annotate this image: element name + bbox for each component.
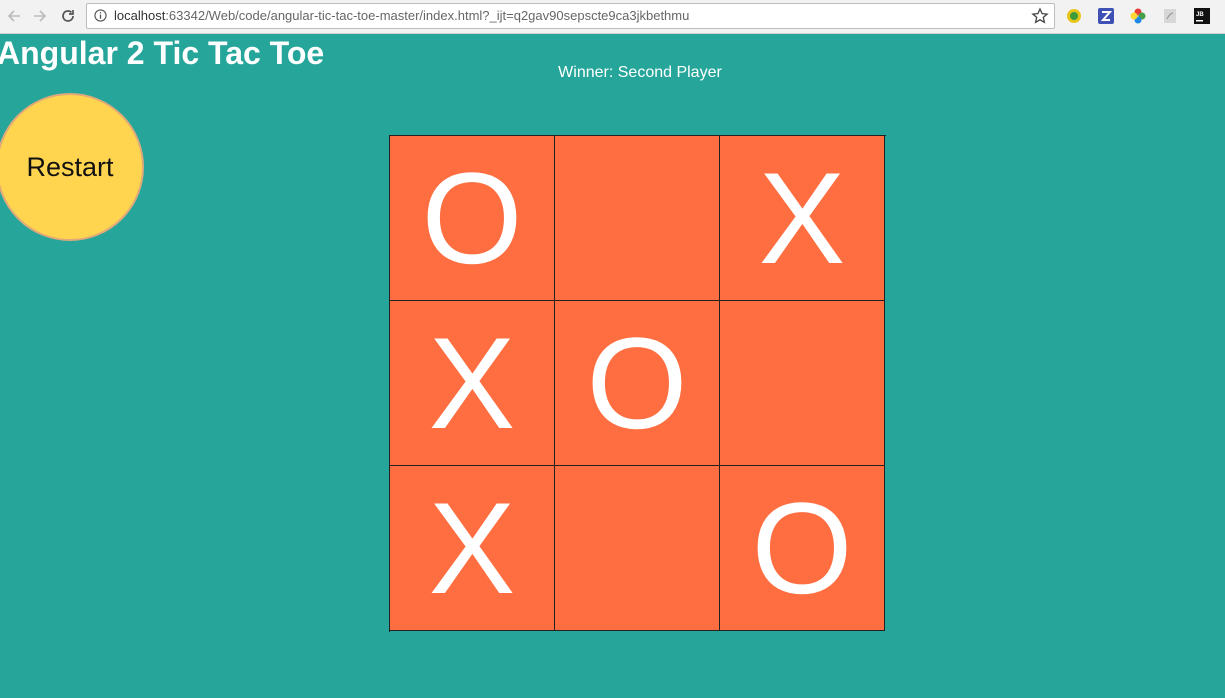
zotero-glyph (1098, 8, 1114, 24)
jetbrains-icon[interactable]: JB (1193, 7, 1211, 25)
reload-icon (62, 10, 74, 22)
back-arrow-icon (7, 10, 20, 22)
reload-button[interactable] (58, 6, 78, 26)
back-button[interactable] (4, 6, 24, 26)
forward-arrow-icon (34, 10, 47, 22)
coin-extension-icon[interactable] (1065, 7, 1083, 25)
board-cell-5[interactable]: O (555, 301, 720, 466)
board-cell-2[interactable] (555, 136, 720, 301)
board-cell-7[interactable]: X (390, 466, 555, 631)
game-board: O X X O X O (389, 135, 886, 632)
url-path: :63342/Web/code/angular-tic-tac-toe-mast… (165, 8, 690, 23)
bookmark-star-icon[interactable] (1031, 7, 1049, 25)
browser-toolbar: localhost:63342/Web/code/angular-tic-tac… (0, 0, 1225, 34)
color-wheel-icon[interactable] (1129, 7, 1147, 25)
jetbrains-glyph: JB (1194, 8, 1210, 24)
url-text: localhost:63342/Web/code/angular-tic-tac… (114, 9, 689, 23)
pdf-icon[interactable] (1161, 7, 1179, 25)
winner-status: Winner: Second Player (558, 64, 722, 81)
board-cell-4[interactable]: X (390, 301, 555, 466)
pdf-glyph (1164, 9, 1176, 23)
color-wheel-glyph (1130, 8, 1146, 24)
restart-button[interactable]: Restart (0, 93, 144, 241)
svg-text:JB: JB (1196, 12, 1204, 18)
info-icon[interactable] (94, 9, 107, 22)
coin-extension-glyph (1067, 9, 1081, 23)
board-cell-9[interactable]: O (720, 466, 885, 631)
board-cell-6[interactable] (720, 301, 885, 466)
address-bar[interactable]: localhost:63342/Web/code/angular-tic-tac… (86, 3, 1055, 29)
url-host: localhost (114, 8, 166, 23)
forward-button[interactable] (30, 6, 50, 26)
zotero-icon[interactable] (1097, 7, 1115, 25)
board-cell-8[interactable] (555, 466, 720, 631)
board-cell-3[interactable]: X (720, 136, 885, 301)
board-cell-1[interactable]: O (390, 136, 555, 301)
